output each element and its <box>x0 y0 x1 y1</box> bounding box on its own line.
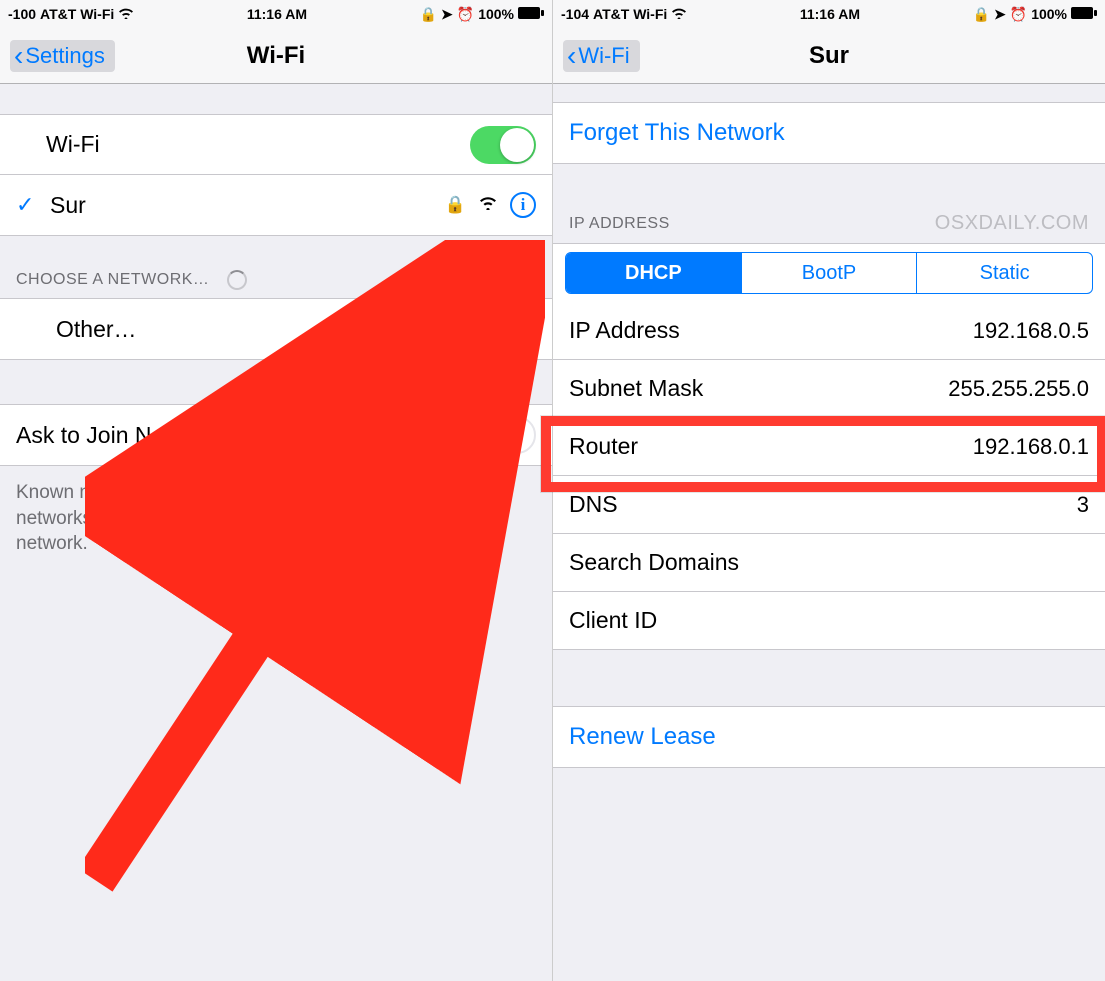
back-label: Wi-Fi <box>578 43 629 69</box>
network-name: Sur <box>50 192 86 219</box>
wifi-strength-icon <box>478 194 498 216</box>
ip-mode-segmented[interactable]: DHCP BootP Static <box>565 252 1093 294</box>
subnet-mask-value: 255.255.255.0 <box>948 376 1089 402</box>
ip-address-header: IP ADDRESS osxdaily.com <box>553 204 1105 243</box>
page-title: Wi-Fi <box>247 42 305 70</box>
segment-static[interactable]: Static <box>917 253 1092 293</box>
alarm-icon: ⏰ <box>457 6 474 23</box>
location-icon: ➤ <box>994 6 1006 23</box>
wifi-settings-screen: -100 AT&T Wi-Fi 11:16 AM 🔒 ➤ ⏰ 100% ‹ Se <box>0 0 553 981</box>
spinner-icon <box>227 270 247 290</box>
checkmark-icon: ✓ <box>16 192 36 218</box>
status-bar: -104 AT&T Wi-Fi 11:16 AM 🔒 ➤ ⏰ 100% <box>553 0 1105 28</box>
carrier-name: AT&T Wi-Fi <box>593 6 667 22</box>
nav-bar: ‹ Settings Wi-Fi <box>0 28 552 84</box>
choose-network-header: CHOOSE A NETWORK… <box>0 262 552 298</box>
lock-icon: 🔒 <box>445 195 466 215</box>
battery-percent: 100% <box>478 6 514 22</box>
status-bar: -100 AT&T Wi-Fi 11:16 AM 🔒 ➤ ⏰ 100% <box>0 0 552 28</box>
router-value: 192.168.0.1 <box>973 434 1089 460</box>
forget-network-button[interactable]: Forget This Network <box>553 103 1105 163</box>
clock: 11:16 AM <box>247 6 307 22</box>
wifi-icon <box>118 6 134 22</box>
dns-row[interactable]: DNS 3 <box>553 476 1105 534</box>
other-label: Other… <box>56 316 137 343</box>
network-details-screen: -104 AT&T Wi-Fi 11:16 AM 🔒 ➤ ⏰ 100% ‹ Wi <box>553 0 1105 981</box>
page-title: Sur <box>809 42 849 70</box>
ask-to-join-row[interactable]: Ask to Join Networks <box>0 405 552 465</box>
footer-help-text: Known networks will be joined automatica… <box>0 466 552 571</box>
wifi-toggle-row[interactable]: Wi-Fi <box>0 115 552 175</box>
ask-to-join-label: Ask to Join Networks <box>16 422 231 449</box>
wifi-icon <box>671 6 687 22</box>
battery-percent: 100% <box>1031 6 1067 22</box>
lock-icon: 🔒 <box>973 6 990 23</box>
nav-bar: ‹ Wi-Fi Sur <box>553 28 1105 84</box>
signal-strength: -104 <box>561 6 589 22</box>
router-row: Router 192.168.0.1 <box>553 418 1105 476</box>
carrier-name: AT&T Wi-Fi <box>40 6 114 22</box>
subnet-mask-row: Subnet Mask 255.255.255.0 <box>553 360 1105 418</box>
renew-lease-button[interactable]: Renew Lease <box>553 707 1105 767</box>
signal-strength: -100 <box>8 6 36 22</box>
back-button[interactable]: ‹ Wi-Fi <box>563 40 640 72</box>
client-id-row[interactable]: Client ID <box>553 592 1105 650</box>
ip-address-value: 192.168.0.5 <box>973 318 1089 344</box>
wifi-toggle[interactable] <box>470 126 536 164</box>
location-icon: ➤ <box>441 6 453 23</box>
wifi-toggle-label: Wi-Fi <box>16 131 100 158</box>
connected-network-row[interactable]: ✓ Sur 🔒 i <box>0 175 552 235</box>
alarm-icon: ⏰ <box>1010 6 1027 23</box>
ask-to-join-toggle[interactable] <box>470 416 536 454</box>
clock: 11:16 AM <box>800 6 860 22</box>
info-icon[interactable]: i <box>510 192 536 218</box>
other-network-row[interactable]: Other… <box>0 299 552 359</box>
chevron-left-icon: ‹ <box>567 42 576 70</box>
battery-icon <box>1071 6 1097 22</box>
watermark: osxdaily.com <box>935 212 1089 235</box>
segment-bootp[interactable]: BootP <box>742 253 918 293</box>
chevron-left-icon: ‹ <box>14 42 23 70</box>
dns-value: 3 <box>1077 492 1089 518</box>
ip-address-row: IP Address 192.168.0.5 <box>553 302 1105 360</box>
segment-dhcp[interactable]: DHCP <box>566 253 742 293</box>
search-domains-row[interactable]: Search Domains <box>553 534 1105 592</box>
back-button[interactable]: ‹ Settings <box>10 40 115 72</box>
battery-icon <box>518 6 544 22</box>
back-label: Settings <box>25 43 105 69</box>
lock-icon: 🔒 <box>420 6 437 23</box>
